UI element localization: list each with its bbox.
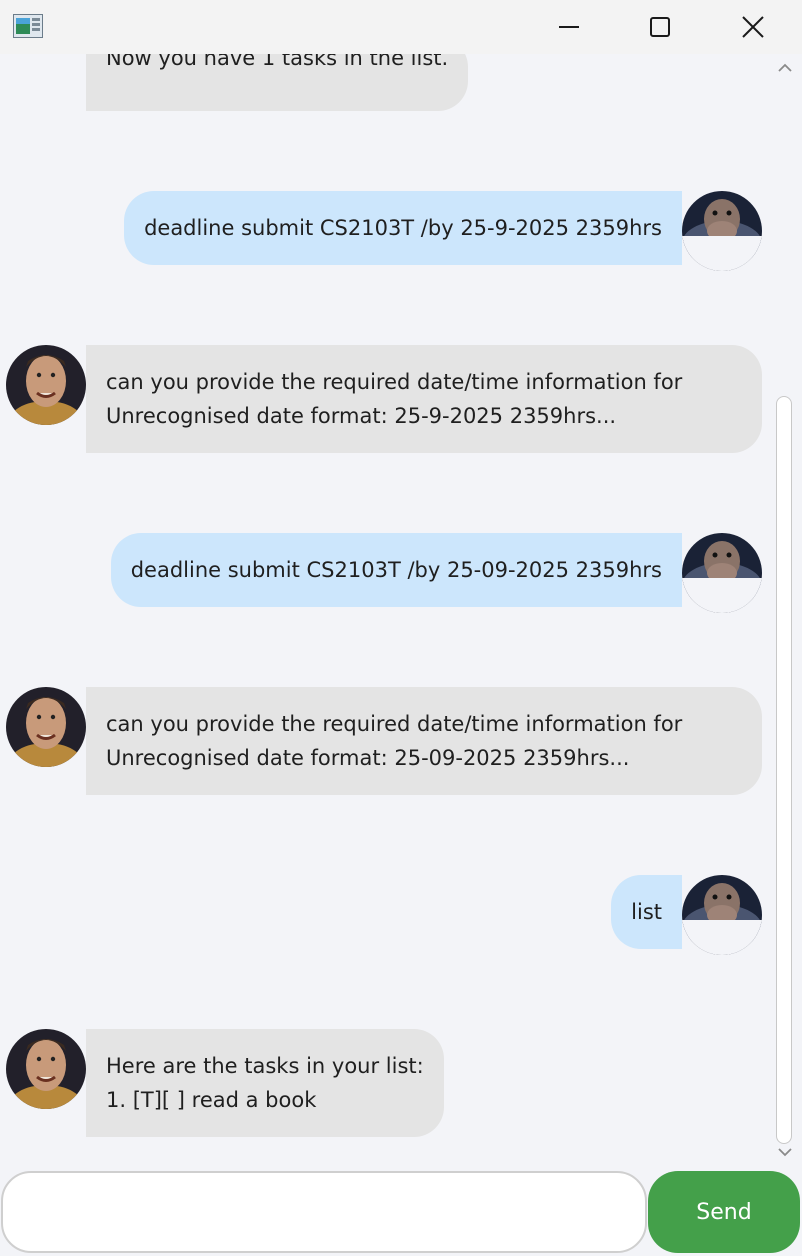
close-button[interactable] [730, 0, 776, 54]
minimize-icon [559, 26, 579, 28]
send-button[interactable]: Send [648, 1171, 800, 1253]
maximize-button[interactable] [637, 0, 683, 54]
chevron-down-icon [778, 1148, 792, 1157]
chevron-up-icon [778, 63, 792, 72]
user-avatar [682, 875, 762, 955]
vertical-scrollbar[interactable] [772, 54, 798, 1166]
maximize-icon [650, 17, 670, 37]
user-avatar [682, 191, 762, 271]
minimize-button[interactable] [546, 0, 592, 54]
duke-message-bubble: can you provide the required date/time i… [86, 687, 762, 795]
scroll-down-button[interactable] [772, 1140, 798, 1164]
title-bar [0, 0, 802, 54]
message-input[interactable] [1, 1171, 647, 1253]
scroll-up-button[interactable] [772, 56, 798, 80]
duke-message-bubble: Now you have 1 tasks in the list. [86, 54, 469, 111]
app-window: Now you have 1 tasks in the list. deadli… [0, 0, 802, 1256]
input-bar: Send [0, 1166, 802, 1256]
user-message-bubble: deadline submit CS2103T /by 25-9-2025 23… [124, 191, 682, 265]
scroll-thumb[interactable] [776, 396, 792, 1144]
duke-message-bubble: can you provide the required date/time i… [86, 345, 762, 453]
duke-avatar [6, 687, 86, 767]
close-icon [742, 16, 764, 38]
duke-message-bubble: Here are the tasks in your list: 1. [T][… [86, 1029, 444, 1137]
duke-avatar [6, 1029, 86, 1109]
user-message-bubble: deadline submit CS2103T /by 25-09-2025 2… [110, 533, 682, 607]
app-icon [13, 14, 43, 38]
dialog-container[interactable]: Now you have 1 tasks in the list. deadli… [0, 54, 772, 1166]
user-message-bubble: list [611, 875, 682, 949]
duke-avatar [6, 345, 86, 425]
user-avatar [682, 533, 762, 613]
